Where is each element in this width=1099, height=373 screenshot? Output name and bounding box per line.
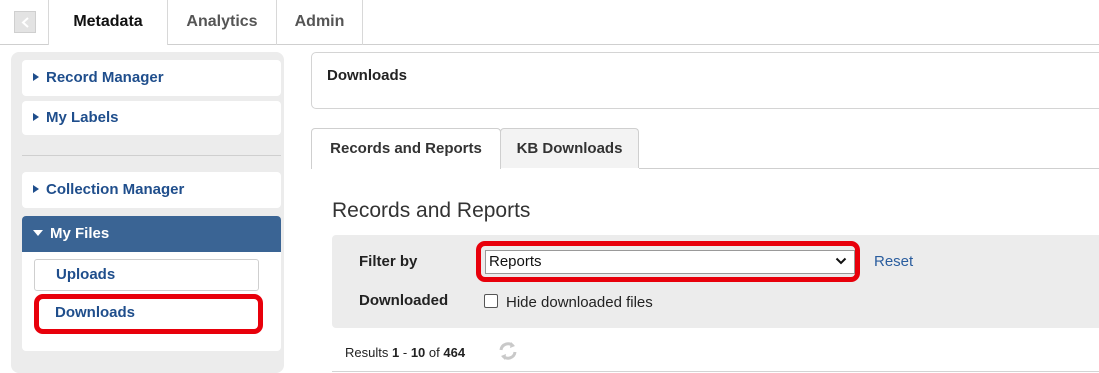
- results-prefix: Results: [345, 345, 389, 360]
- caret-right-icon: [33, 113, 39, 121]
- sidebar-item-label: Collection Manager: [46, 181, 185, 198]
- filter-by-label: Filter by: [359, 253, 418, 270]
- sidebar-item-label: Record Manager: [46, 69, 164, 86]
- sidebar-item-label: My Labels: [46, 109, 119, 126]
- collapse-sidebar-button[interactable]: [14, 11, 36, 33]
- sidebar-item-my-labels[interactable]: My Labels: [22, 101, 281, 135]
- hide-downloaded-label[interactable]: Hide downloaded files: [506, 294, 653, 311]
- refresh-icon[interactable]: [497, 341, 519, 361]
- caret-right-icon: [33, 73, 39, 81]
- results-of: of: [428, 345, 440, 360]
- tab-analytics[interactable]: Analytics: [168, 0, 277, 45]
- sidebar-divider: [22, 155, 281, 156]
- results-start: 1: [391, 345, 400, 360]
- results-end: 10: [410, 345, 426, 360]
- highlight-annotation-downloads: [34, 294, 263, 334]
- tab-kb-downloads[interactable]: KB Downloads: [500, 128, 639, 168]
- tab-underline: [639, 168, 1099, 169]
- top-navigation: Metadata Analytics Admin: [0, 0, 1099, 45]
- sidebar-item-record-manager[interactable]: Record Manager: [22, 60, 281, 96]
- sidebar-item-label: My Files: [50, 225, 110, 242]
- results-divider: [332, 371, 1099, 372]
- chevron-left-icon: [21, 17, 29, 28]
- sidebar-item-my-files[interactable]: My Files: [22, 216, 281, 252]
- page-title: Downloads: [327, 67, 408, 84]
- caret-right-icon: [33, 185, 39, 193]
- tab-admin[interactable]: Admin: [277, 0, 363, 45]
- sidebar-subitem-uploads[interactable]: Uploads: [34, 259, 259, 291]
- caret-down-icon: [33, 230, 43, 236]
- page-header: Downloads: [311, 52, 1099, 109]
- results-total: 464: [443, 345, 466, 360]
- sidebar-item-collection-manager[interactable]: Collection Manager: [22, 172, 281, 208]
- tab-metadata[interactable]: Metadata: [48, 0, 168, 45]
- downloaded-label: Downloaded: [359, 292, 449, 309]
- hide-downloaded-checkbox[interactable]: [484, 294, 498, 308]
- results-separator: -: [402, 345, 408, 360]
- section-title: Records and Reports: [332, 199, 531, 222]
- tab-records-and-reports[interactable]: Records and Reports: [311, 128, 501, 169]
- highlight-annotation-filter: [476, 241, 860, 282]
- reset-link[interactable]: Reset: [874, 253, 913, 270]
- results-summary: Results 1 - 10 of 464: [345, 345, 465, 360]
